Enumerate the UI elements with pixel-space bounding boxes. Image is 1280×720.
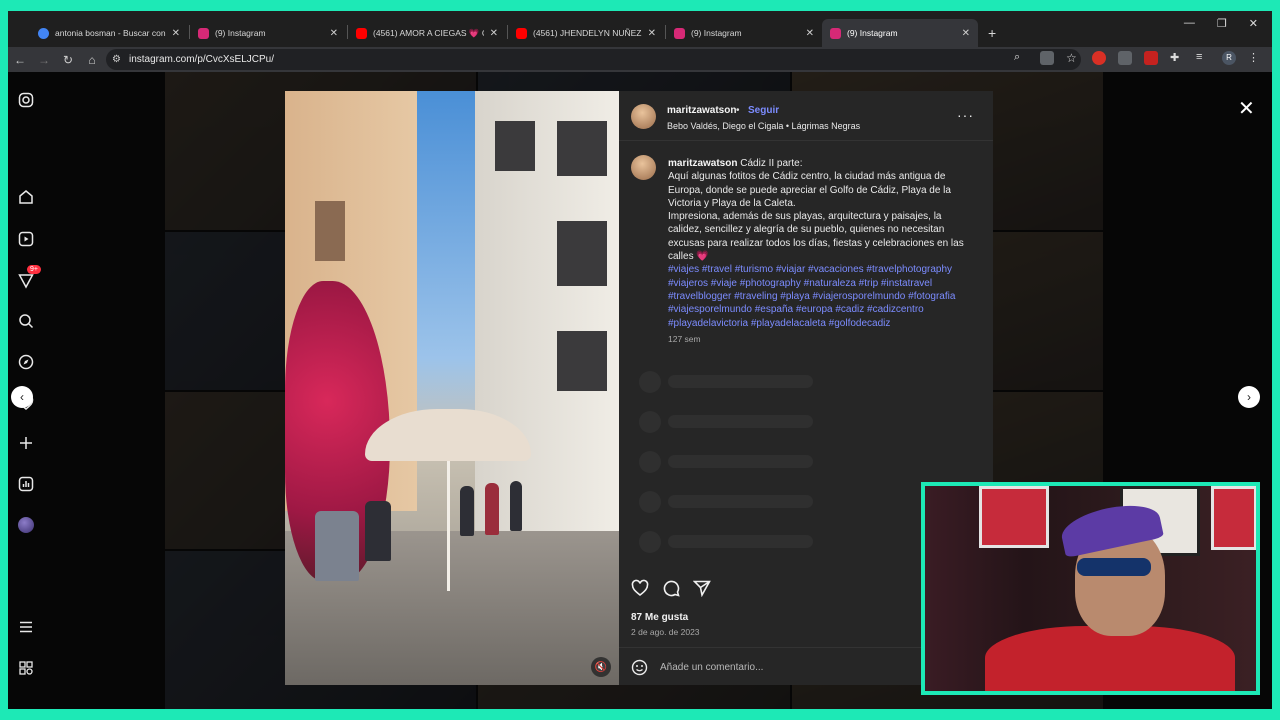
explore-icon[interactable] [17,353,35,371]
extension-red2-icon[interactable] [1144,51,1158,65]
extension-red-icon[interactable] [1092,51,1106,65]
post-actions [631,579,711,598]
follow-button[interactable]: Seguir [748,105,779,116]
caption-username[interactable]: maritzawatson [668,158,737,169]
author-username[interactable]: maritzawatson [667,105,736,116]
extension-gray-icon[interactable] [1118,51,1132,65]
install-icon[interactable] [1040,51,1054,65]
window-controls: — ❐ ✕ [1184,17,1272,30]
emoji-icon[interactable] [631,659,648,676]
tab-title: (4561) AMOR A CIEGAS 💗 Cap [373,27,484,38]
instagram-icon[interactable] [17,91,35,109]
reels-icon[interactable] [17,230,35,248]
url-text[interactable]: instagram.com/p/CvcXsELJCPu/ [129,54,274,65]
close-tab-icon[interactable]: ✕ [490,28,498,39]
youtube-favicon-icon [516,27,527,39]
bookmark-star-icon[interactable]: ☆ [1066,51,1080,65]
messages-icon[interactable]: 9+ [17,265,41,290]
menu-icon[interactable] [17,618,35,636]
comment-icon[interactable] [662,579,680,597]
browser-tab[interactable]: (9) Instagram ✕ [190,19,346,47]
close-tab-icon[interactable]: ✕ [806,28,814,39]
wall-poster [1211,486,1256,550]
instagram-favicon-icon [674,27,685,39]
home-icon[interactable] [17,188,35,206]
youtube-favicon-icon [356,27,367,39]
webcam-overlay [921,482,1260,695]
reading-list-icon[interactable]: ≡ [1196,51,1210,65]
caption-text: Cádiz II parte: Aquí algunas fotitos de … [668,158,964,263]
caption-hashtags[interactable]: #viajes #travel #turismo #viajar #vacaci… [668,264,955,328]
comment-input[interactable] [660,659,880,675]
audio-attribution[interactable]: Bebo Valdés, Diego el Cigala • Lágrimas … [667,121,860,131]
browser-menu-icon[interactable]: ⋮ [1248,51,1262,65]
streamer-sunglasses [1077,558,1151,576]
post-header: maritzawatson • Seguir Bebo Valdés, Dieg… [619,91,993,141]
close-tab-icon[interactable]: ✕ [962,28,970,39]
browser-tab[interactable]: (9) Instagram ✕ [666,19,822,47]
caption-timestamp: 127 sem [668,334,701,344]
mute-toggle-icon[interactable]: 🔇 [591,657,611,677]
minimize-icon[interactable]: — [1184,17,1195,30]
home-icon[interactable]: ⌂ [80,53,104,67]
extension-puzzle-icon[interactable]: ✚ [1170,51,1184,65]
reload-icon[interactable]: ↻ [56,53,80,67]
new-tab-button[interactable]: + [980,19,1008,47]
instagram-page: 9+ ✕ ‹ › 🔇 maritzawatson • Seguir Bebo V… [8,72,1272,709]
google-favicon-icon [38,27,49,39]
forward-icon[interactable]: → [32,53,56,67]
screen-frame: antonia bosman - Buscar con Goo ✕ (9) In… [8,11,1272,709]
browser-tab[interactable]: (4561) JHENDELYN NUÑEZ y M ✕ [508,19,664,47]
streamer-shirt [985,626,1235,691]
close-icon[interactable]: ✕ [1249,17,1258,30]
tab-title: antonia bosman - Buscar con Goo [55,28,166,38]
wall-poster [979,486,1049,548]
profile-avatar[interactable] [17,516,35,534]
share-icon[interactable] [692,579,711,598]
browser-tab[interactable]: antonia bosman - Buscar con Goo ✕ [30,19,188,47]
close-modal-icon[interactable]: ✕ [1238,96,1255,121]
profile-avatar[interactable]: R [1222,51,1236,65]
browser-toolbar: ← → ↻ ⌂ ⚙ instagram.com/p/CvcXsELJCPu/ ⌕… [8,47,1272,72]
extension-icons: ⌕ ☆ ✚ ≡ R ⋮ [1014,51,1262,65]
site-info-icon[interactable]: ⚙ [112,54,121,65]
zoom-icon[interactable]: ⌕ [1014,51,1028,65]
dashboard-icon[interactable] [17,475,35,493]
messages-badge: 9+ [27,265,41,274]
close-tab-icon[interactable]: ✕ [330,28,338,39]
create-icon[interactable] [17,434,35,452]
address-bar[interactable]: ⚙ instagram.com/p/CvcXsELJCPu/ [106,49,1081,70]
close-tab-icon[interactable]: ✕ [648,28,656,39]
next-post-icon[interactable]: › [1238,386,1260,408]
tab-title: (9) Instagram [215,28,266,38]
tab-title: (4561) JHENDELYN NUÑEZ y M [533,28,642,38]
close-tab-icon[interactable]: ✕ [172,28,180,39]
like-heart-icon[interactable] [631,579,649,597]
apps-icon[interactable] [17,659,35,677]
tab-title: (9) Instagram [847,28,898,38]
more-options-icon[interactable]: ··· [957,107,974,123]
caption-avatar[interactable] [631,155,656,180]
instagram-favicon-icon [830,27,841,39]
instagram-favicon-icon [198,27,209,39]
restore-icon[interactable]: ❐ [1217,17,1227,30]
tab-bar: antonia bosman - Buscar con Goo ✕ (9) In… [8,11,1272,47]
author-avatar[interactable] [631,104,656,129]
browser-tab[interactable]: (4561) AMOR A CIEGAS 💗 Cap ✕ [348,19,506,47]
likes-count[interactable]: 87 Me gusta [631,612,688,623]
post-video[interactable]: 🔇 [285,91,619,685]
browser-tab-active[interactable]: (9) Instagram ✕ [822,19,978,47]
previous-post-icon[interactable]: ‹ [11,386,33,408]
post-caption: maritzawatson Cádiz II parte: Aquí algun… [668,157,968,330]
post-date: 2 de ago. de 2023 [631,627,700,637]
tab-title: (9) Instagram [691,28,742,38]
search-icon[interactable] [17,312,35,330]
separator-dot: • [736,105,740,116]
back-icon[interactable]: ← [8,53,32,67]
